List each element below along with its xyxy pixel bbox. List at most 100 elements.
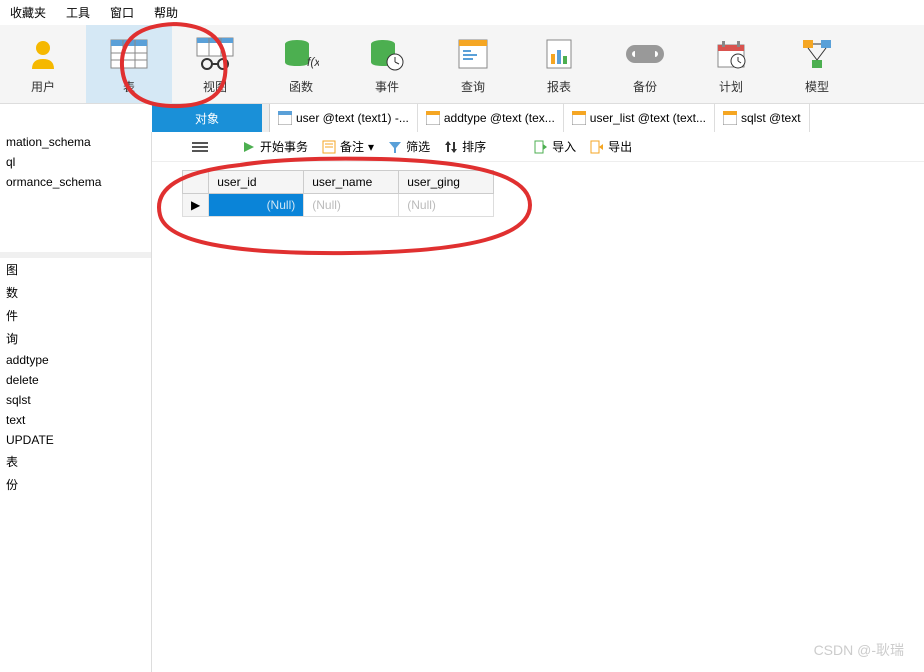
user-icon: [23, 34, 63, 74]
row-marker-header: [183, 171, 209, 194]
query-small-icon: [572, 111, 586, 125]
function-icon: f(x): [281, 34, 321, 74]
sort-button[interactable]: 排序: [444, 138, 486, 155]
divider: [262, 104, 270, 132]
menu-tools[interactable]: 工具: [66, 4, 90, 21]
menu-help[interactable]: 帮助: [154, 4, 178, 21]
sidebar: mation_schema ql ormance_schema 图 数 件 询 …: [0, 132, 152, 672]
chevron-down-icon: ▾: [368, 140, 374, 154]
sidebar-item[interactable]: UPDATE: [0, 430, 151, 450]
model-icon: [797, 34, 837, 74]
toolbar-model[interactable]: 模型: [774, 25, 860, 103]
action-label: 开始事务: [260, 138, 308, 155]
column-header[interactable]: user_ging: [399, 171, 494, 194]
row-marker: ▶: [183, 194, 209, 217]
import-button[interactable]: 导入: [534, 138, 576, 155]
sidebar-item[interactable]: ql: [0, 152, 151, 172]
toolbar-event[interactable]: 事件: [344, 25, 430, 103]
toolbar-event-label: 事件: [375, 78, 399, 95]
tab-label: addtype @text (tex...: [444, 111, 555, 125]
toolbar-user[interactable]: 用户: [0, 25, 86, 103]
tab-label: user @text (text1) -...: [296, 111, 409, 125]
action-label: 导出: [608, 138, 632, 155]
query-small-icon: [723, 111, 737, 125]
toolbar-user-label: 用户: [31, 78, 55, 95]
query-small-icon: [426, 111, 440, 125]
action-label: 备注: [340, 138, 364, 155]
toolbar-view[interactable]: 视图: [172, 25, 258, 103]
action-label: 导入: [552, 138, 576, 155]
content-area: mation_schema ql ormance_schema 图 数 件 询 …: [0, 132, 924, 672]
sub-tab-bar: 对象 user @text (text1) -... addtype @text…: [0, 104, 924, 132]
sort-icon: [444, 140, 458, 154]
main-panel: 开始事务 备注 ▾ 筛选 排序 导入 导出: [152, 132, 924, 672]
report-icon: [539, 34, 579, 74]
schedule-icon: [711, 34, 751, 74]
action-label: 排序: [462, 138, 486, 155]
sidebar-item[interactable]: text: [0, 410, 151, 430]
cell[interactable]: (Null): [399, 194, 494, 217]
sidebar-item[interactable]: ormance_schema: [0, 172, 151, 192]
toolbar-report[interactable]: 报表: [516, 25, 602, 103]
export-button[interactable]: 导出: [590, 138, 632, 155]
tab-label: sqlst @text: [741, 111, 801, 125]
svg-text:f(x): f(x): [307, 55, 319, 69]
sidebar-item[interactable]: 数: [0, 281, 151, 304]
toolbar-schedule-label: 计划: [719, 78, 743, 95]
play-icon: [242, 140, 256, 154]
action-label: 筛选: [406, 138, 430, 155]
sidebar-item[interactable]: sqlst: [0, 390, 151, 410]
column-header[interactable]: user_id: [209, 171, 304, 194]
table-row[interactable]: ▶ (Null) (Null) (Null): [183, 194, 494, 217]
toolbar-function[interactable]: f(x) 函数: [258, 25, 344, 103]
menu-favorites[interactable]: 收藏夹: [10, 4, 46, 21]
hamburger-icon[interactable]: [192, 142, 208, 152]
memo-button[interactable]: 备注 ▾: [322, 138, 374, 155]
table-small-icon: [278, 111, 292, 125]
watermark: CSDN @-耿瑞: [814, 640, 904, 660]
tab-addtype[interactable]: addtype @text (tex...: [418, 104, 564, 132]
import-icon: [534, 140, 548, 154]
tab-sqlst[interactable]: sqlst @text: [715, 104, 810, 132]
event-icon: [367, 34, 407, 74]
sidebar-item[interactable]: 件: [0, 304, 151, 327]
data-grid-wrap: user_id user_name user_ging ▶ (Null) (Nu…: [152, 162, 924, 217]
column-header[interactable]: user_name: [304, 171, 399, 194]
backup-icon: [625, 34, 665, 74]
table-icon: [109, 34, 149, 74]
toolbar-function-label: 函数: [289, 78, 313, 95]
data-grid[interactable]: user_id user_name user_ging ▶ (Null) (Nu…: [182, 170, 494, 217]
toolbar-backup[interactable]: 备份: [602, 25, 688, 103]
toolbar-report-label: 报表: [547, 78, 571, 95]
sidebar-item[interactable]: addtype: [0, 350, 151, 370]
toolbar-view-label: 视图: [203, 78, 227, 95]
sidebar-item[interactable]: mation_schema: [0, 132, 151, 152]
memo-icon: [322, 140, 336, 154]
tab-label: user_list @text (text...: [590, 111, 706, 125]
filter-button[interactable]: 筛选: [388, 138, 430, 155]
view-icon: [195, 34, 235, 74]
toolbar-model-label: 模型: [805, 78, 829, 95]
tab-userlist[interactable]: user_list @text (text...: [564, 104, 715, 132]
filter-icon: [388, 140, 402, 154]
sidebar-item[interactable]: 表: [0, 450, 151, 473]
export-icon: [590, 140, 604, 154]
menu-window[interactable]: 窗口: [110, 4, 134, 21]
start-transaction-button[interactable]: 开始事务: [242, 138, 308, 155]
cell[interactable]: (Null): [304, 194, 399, 217]
cell-selected[interactable]: (Null): [209, 194, 304, 217]
toolbar-query-label: 查询: [461, 78, 485, 95]
toolbar-schedule[interactable]: 计划: [688, 25, 774, 103]
toolbar-table[interactable]: 表: [86, 25, 172, 103]
sidebar-item[interactable]: 询: [0, 327, 151, 350]
query-icon: [453, 34, 493, 74]
action-bar: 开始事务 备注 ▾ 筛选 排序 导入 导出: [152, 132, 924, 162]
tab-user[interactable]: user @text (text1) -...: [270, 104, 418, 132]
sidebar-item[interactable]: delete: [0, 370, 151, 390]
menu-bar: 收藏夹 工具 窗口 帮助: [0, 0, 924, 25]
sidebar-item[interactable]: 份: [0, 473, 151, 496]
toolbar-backup-label: 备份: [633, 78, 657, 95]
toolbar-query[interactable]: 查询: [430, 25, 516, 103]
object-tab[interactable]: 对象: [152, 104, 262, 132]
sidebar-item[interactable]: 图: [0, 258, 151, 281]
